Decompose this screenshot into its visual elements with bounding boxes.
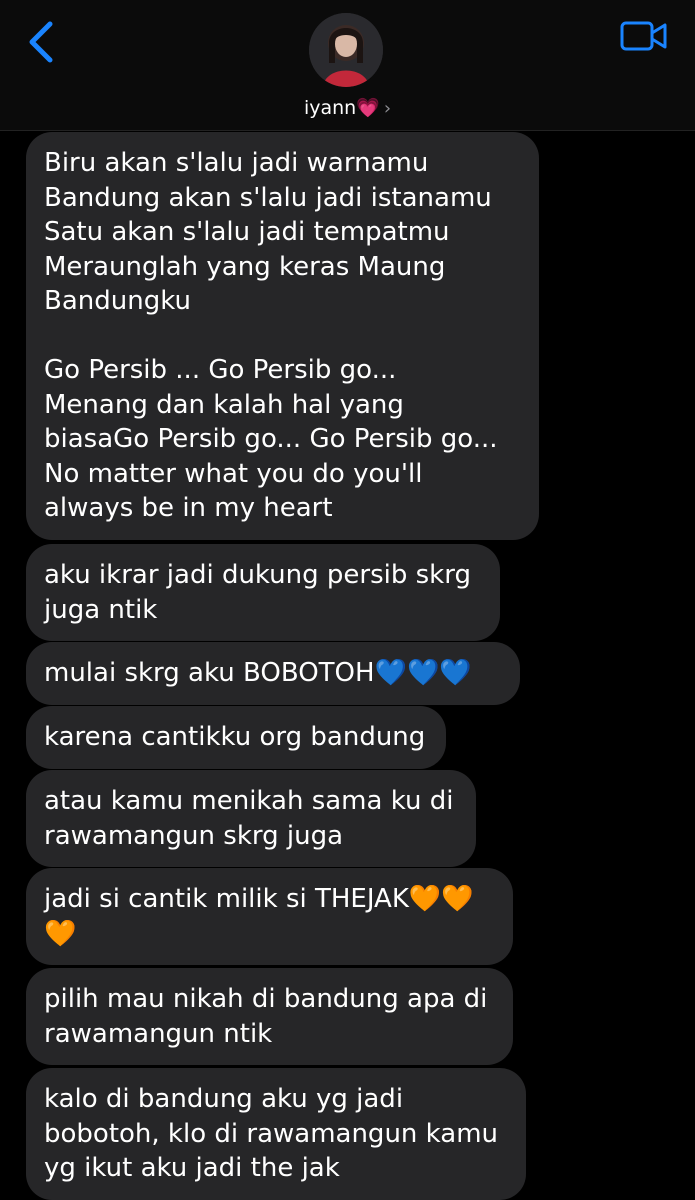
message-bubble[interactable]: jadi si cantik milik si THEJAK🧡🧡 🧡 xyxy=(26,868,513,965)
message-bubble[interactable]: pilih mau nikah di bandung apa di rawama… xyxy=(26,968,513,1065)
message-bubble[interactable]: aku ikrar jadi dukung persib skrg juga n… xyxy=(26,544,500,641)
message-bubble[interactable]: Biru akan s'lalu jadi warnamu Bandung ak… xyxy=(26,132,539,540)
contact-avatar[interactable] xyxy=(309,13,383,87)
contact-name-button[interactable]: iyann💗 › xyxy=(0,96,695,119)
chevron-left-icon[interactable] xyxy=(22,18,62,66)
message-bubble[interactable]: mulai skrg aku BOBOTOH💙💙💙 xyxy=(26,642,520,705)
contact-name: iyann💗 xyxy=(303,97,380,119)
video-camera-icon[interactable] xyxy=(620,20,668,52)
message-bubble[interactable]: kalo di bandung aku yg jadi bobotoh, klo… xyxy=(26,1068,526,1200)
message-bubble[interactable]: karena cantikku org bandung xyxy=(26,706,446,769)
message-bubble[interactable]: atau kamu menikah sama ku di rawamangun … xyxy=(26,770,476,867)
conversation-header: iyann💗 › xyxy=(0,0,695,131)
chevron-right-icon: › xyxy=(383,98,392,119)
